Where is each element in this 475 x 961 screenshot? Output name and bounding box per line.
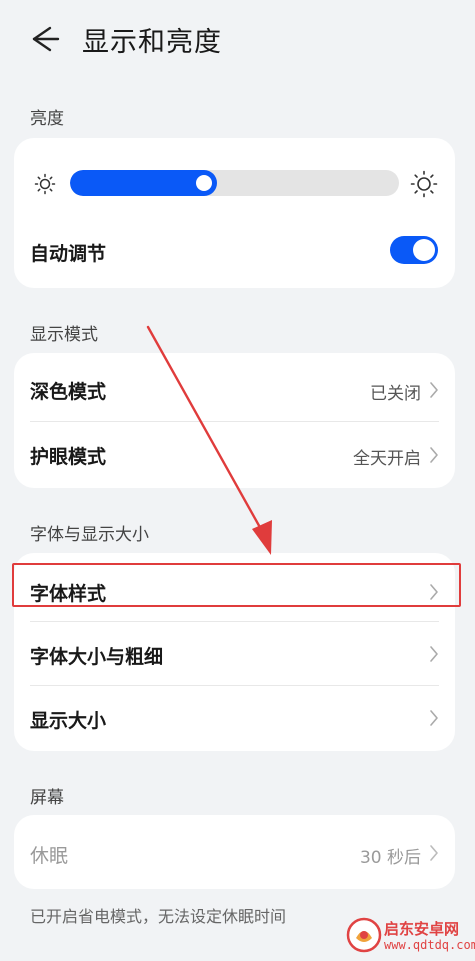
toggle-knob (413, 239, 435, 261)
section-title-brightness: 亮度 (30, 109, 64, 129)
auto-adjust-toggle[interactable] (390, 236, 438, 264)
watermark-title: 启东安卓网 (384, 920, 460, 938)
chevron-right-icon (430, 447, 438, 463)
eye-comfort-label: 护眼模式 (30, 446, 107, 468)
dark-mode-value: 已关闭 (370, 384, 421, 404)
power-saving-note: 已开启省电模式，无法设定休眠时间 (30, 907, 287, 926)
eye-comfort-value: 全天开启 (353, 449, 421, 469)
display-size-row[interactable]: 显示大小 (14, 686, 455, 751)
section-title-font-display: 字体与显示大小 (30, 525, 149, 545)
page-title: 显示和亮度 (82, 27, 222, 58)
annotation-highlight-box (12, 563, 461, 607)
arrow-left-icon[interactable] (28, 22, 62, 56)
chevron-right-icon (430, 845, 438, 861)
section-title-screen: 屏幕 (30, 788, 64, 808)
display-mode-card: 深色模式 已关闭 护眼模式 全天开启 (14, 353, 455, 488)
font-size-weight-row[interactable]: 字体大小与粗细 (14, 622, 455, 685)
brightness-slider[interactable] (70, 170, 399, 196)
watermark-url: www.qdtdq.com (384, 938, 475, 952)
sleep-value: 30 秒后 (359, 848, 421, 868)
brightness-slider-thumb[interactable] (196, 175, 212, 191)
dark-mode-row[interactable]: 深色模式 已关闭 (14, 353, 455, 421)
auto-adjust-label: 自动调节 (30, 243, 107, 265)
sleep-row: 休眠 30 秒后 (14, 815, 455, 889)
chevron-right-icon (430, 710, 438, 726)
display-size-label: 显示大小 (30, 710, 107, 732)
screen-card: 休眠 30 秒后 (14, 815, 455, 889)
dark-mode-label: 深色模式 (30, 381, 107, 403)
sleep-label: 休眠 (30, 845, 69, 867)
top-app-bar: 显示和亮度 (0, 0, 475, 80)
brightness-slider-fill (70, 170, 217, 196)
chevron-right-icon (430, 382, 438, 398)
brightness-card: 自动调节 (14, 138, 455, 288)
sun-small-icon (34, 173, 56, 195)
watermark-logo (346, 917, 382, 953)
font-size-weight-label: 字体大小与粗细 (30, 646, 164, 668)
section-title-display-mode: 显示模式 (30, 325, 98, 345)
chevron-right-icon (430, 646, 438, 662)
sun-large-icon (410, 170, 438, 198)
eye-comfort-row[interactable]: 护眼模式 全天开启 (14, 422, 455, 488)
